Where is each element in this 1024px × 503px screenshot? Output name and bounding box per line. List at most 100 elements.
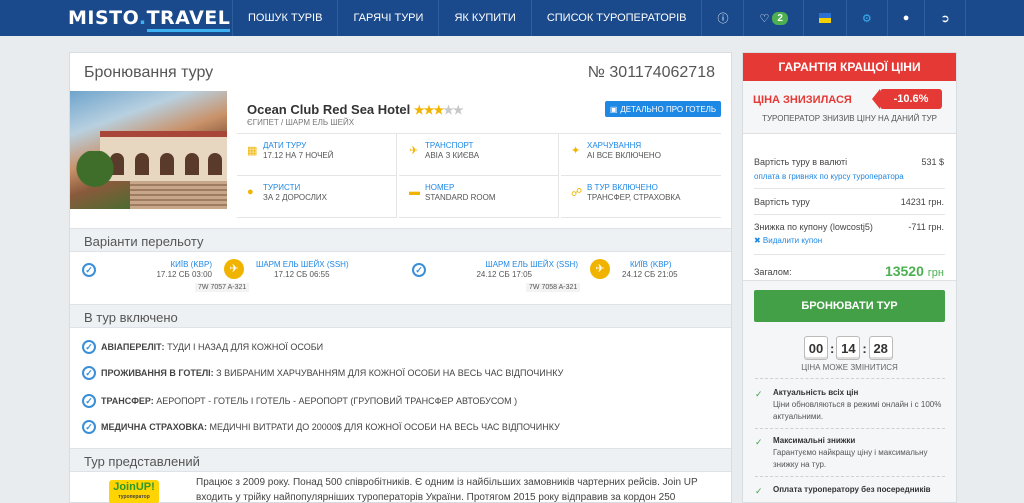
page-title: Бронювання туру [84,64,214,81]
outbound-from-city: КИЇВ (KBP) [170,260,212,269]
return-flight-code: 7W 7058 A-321 [526,283,581,292]
cutlery-icon: ✦ [571,145,581,157]
divider [754,188,945,189]
logout-button[interactable]: ➲ [924,0,966,36]
logo-tail: TRAVEL [146,7,231,32]
check-icon: ✓ [82,340,96,354]
nav-operators-list[interactable]: СПИСОК ТУРОПЕРАТОРІВ [530,0,702,36]
info-value: 17.12 НА 7 НОЧЕЙ [263,151,334,160]
shield-icon: ☍ [571,187,583,199]
flights-section-header: Варіанти перельоту [70,228,731,252]
timer-note: ЦІНА МОЖЕ ЗМІНИТИСЯ [801,363,898,372]
info-value: ЗА 2 ДОРОСЛИХ [263,193,327,202]
info-label: ХАРЧУВАННЯ [587,141,642,150]
bed-icon: ▬ [409,186,420,198]
info-icon: ⓘ [717,13,729,25]
included-item: ✓ АВІАПЕРЕЛІТ: ТУДИ І НАЗАД ДЛЯ КОЖНОЇ О… [82,339,323,355]
operator-logo[interactable]: JoinUP! туроператор [109,480,159,503]
hotel-photo-arch [185,153,199,175]
operator-logo-sub: туроператор [118,494,150,500]
info-label: ТРАНСПОРТ [425,141,474,150]
advantage-title: Максимальні знижки [773,436,856,445]
hotel-details-label: ДЕТАЛЬНО ПРО ГОТЕЛЬ [620,104,717,114]
book-tour-button[interactable]: БРОНЮВАТИ ТУР [754,290,945,322]
return-to-city: КИЇВ (KBP) [630,260,672,269]
pay-in-uah-link[interactable]: оплата в гривнях по курсу туроператора [754,172,904,181]
included-item-desc: З ВИБРАНИМ ХАРЧУВАННЯМ ДЛЯ КОЖНОЇ ОСОБИ … [213,368,564,378]
info-button[interactable]: ⓘ [701,0,743,36]
total-price-currency: грн [927,267,944,279]
included-item: ✓ ПРОЖИВАННЯ В ГОТЕЛІ: З ВИБРАНИМ ХАРЧУВ… [82,365,563,381]
info-value: АВІА З КИЄВА [425,151,480,160]
language-button[interactable] [802,0,846,36]
return-to-date: 24.12 СБ 21:05 [622,270,678,279]
included-item-text: ПРОЖИВАННЯ В ГОТЕЛІ: З ВИБРАНИМ ХАРЧУВАН… [101,368,563,378]
included-item-desc: ТУДИ І НАЗАД ДЛЯ КОЖНОЇ ОСОБИ [164,342,324,352]
booking-panel: Бронювання туру № 301174062718 Ocean Clu… [69,52,732,503]
included-item-text: АВІАПЕРЕЛІТ: ТУДИ І НАЗАД ДЛЯ КОЖНОЇ ОСО… [101,342,323,352]
total-price: 13520 грн [885,263,944,279]
nav-hot-tours[interactable]: ГАРЯЧІ ТУРИ [337,0,438,36]
user-icon: ● [902,12,910,24]
best-price-guarantee-banner[interactable]: ГАРАНТІЯ КРАЩОЇ ЦІНИ [743,53,956,81]
gear-icon: ⚙ [861,12,872,25]
timer-minutes: 14 [836,336,861,360]
logo-text: MISTO [68,7,139,29]
total-label: Загалом: [754,267,792,277]
account-button[interactable]: ● [886,0,925,36]
currency-price-label: Вартість туру в валюті [754,157,848,167]
calendar-icon: ▦ [247,145,258,157]
info-cell-dates: ▦ ДАТИ ТУРУ 17.12 НА 7 НОЧЕЙ [237,134,397,176]
divider [755,428,945,429]
currency-price-value: 531 $ [921,157,944,167]
coupon-discount-label: Знижка по купону (lowcostj5) [754,222,873,232]
price-drop-note: ТУРОПЕРАТОР ЗНИЗИВ ЦІНУ НА ДАНИЙ ТУР [762,114,937,123]
logout-icon: ➲ [940,12,950,25]
section-title: В тур включено [84,310,178,325]
star-rating: ★★★★★ [414,103,464,117]
coupon-discount-value: -711 грн. [908,222,944,232]
operator-section-header: Тур представлений [70,448,731,472]
heart-icon: ♡ [759,12,770,25]
total-price-value: 13520 [884,263,924,279]
favorites-button[interactable]: ♡ 2 [743,0,802,36]
advantage-item: ✓ Актуальність всіх цін Ціни обновляютьс… [755,388,945,423]
check-icon: ✓ [82,394,96,408]
info-cell-meals: ✦ ХАРЧУВАННЯ AI ВСЕ ВКЛЮЧЕНО [561,134,721,176]
remove-coupon-link[interactable]: ✖ Видалити купон [754,236,822,245]
site-logo[interactable]: MISTO.TRAVEL [68,7,231,32]
divider [755,378,945,379]
stars-empty: ★★ [443,103,463,117]
nav-search-tours[interactable]: ПОШУК ТУРІВ [232,0,337,36]
hotel-location: ЄГИПЕТ / ШАРМ ЕЛЬ ШЕЙХ [247,118,355,127]
operator-description: Працює з 2009 року. Понад 500 співробітн… [196,477,698,503]
plane-icon: ✈ [409,145,419,157]
check-icon: ✓ [755,389,763,399]
info-value: ТРАНСФЕР, СТРАХОВКА [587,193,681,202]
hotel-photo-palm [75,151,115,209]
hotel-photo-steps [130,181,227,209]
tour-price-label: Вартість туру [754,197,810,207]
timer-separator: : [862,340,867,356]
hotel-photo-building [100,131,227,181]
hotel-name[interactable]: Ocean Club Red Sea Hotel ★★★★★ [247,102,464,117]
favorites-count-badge: 2 [772,11,788,25]
price-breakdown: Вартість туру в валюті 531 $ оплата в гр… [743,133,956,281]
included-item-key: МЕДИЧНА СТРАХОВКА: [101,422,207,432]
info-cell-tourists: ● ТУРИСТИ ЗА 2 ДОРОСЛИХ [237,176,397,218]
info-cell-included: ☍ В ТУР ВКЛЮЧЕНО ТРАНСФЕР, СТРАХОВКА [561,176,721,218]
order-number: № 301174062718 [587,64,715,81]
hotel-details-button[interactable]: ▣ ДЕТАЛЬНО ПРО ГОТЕЛЬ [605,101,721,117]
included-item-desc: АЕРОПОРТ - ГОТЕЛЬ І ГОТЕЛЬ - АЕРОПОРТ (Г… [153,396,518,406]
ukraine-flag-icon [818,13,831,23]
settings-button[interactable]: ⚙ [845,0,887,36]
info-label: ДАТИ ТУРУ [263,141,307,150]
included-item-key: ПРОЖИВАННЯ В ГОТЕЛІ: [101,368,214,378]
info-label: НОМЕР [425,183,455,192]
hotel-photo[interactable] [70,91,227,209]
section-title: Тур представлений [84,454,200,469]
advantage-item: ✓ Оплата туроператору без посередників [755,485,945,496]
nav-how-to-buy[interactable]: ЯК КУПИТИ [438,0,530,36]
countdown-timer: 00 : 14 : 28 [804,336,893,360]
hotel-photo-arch [208,153,222,175]
